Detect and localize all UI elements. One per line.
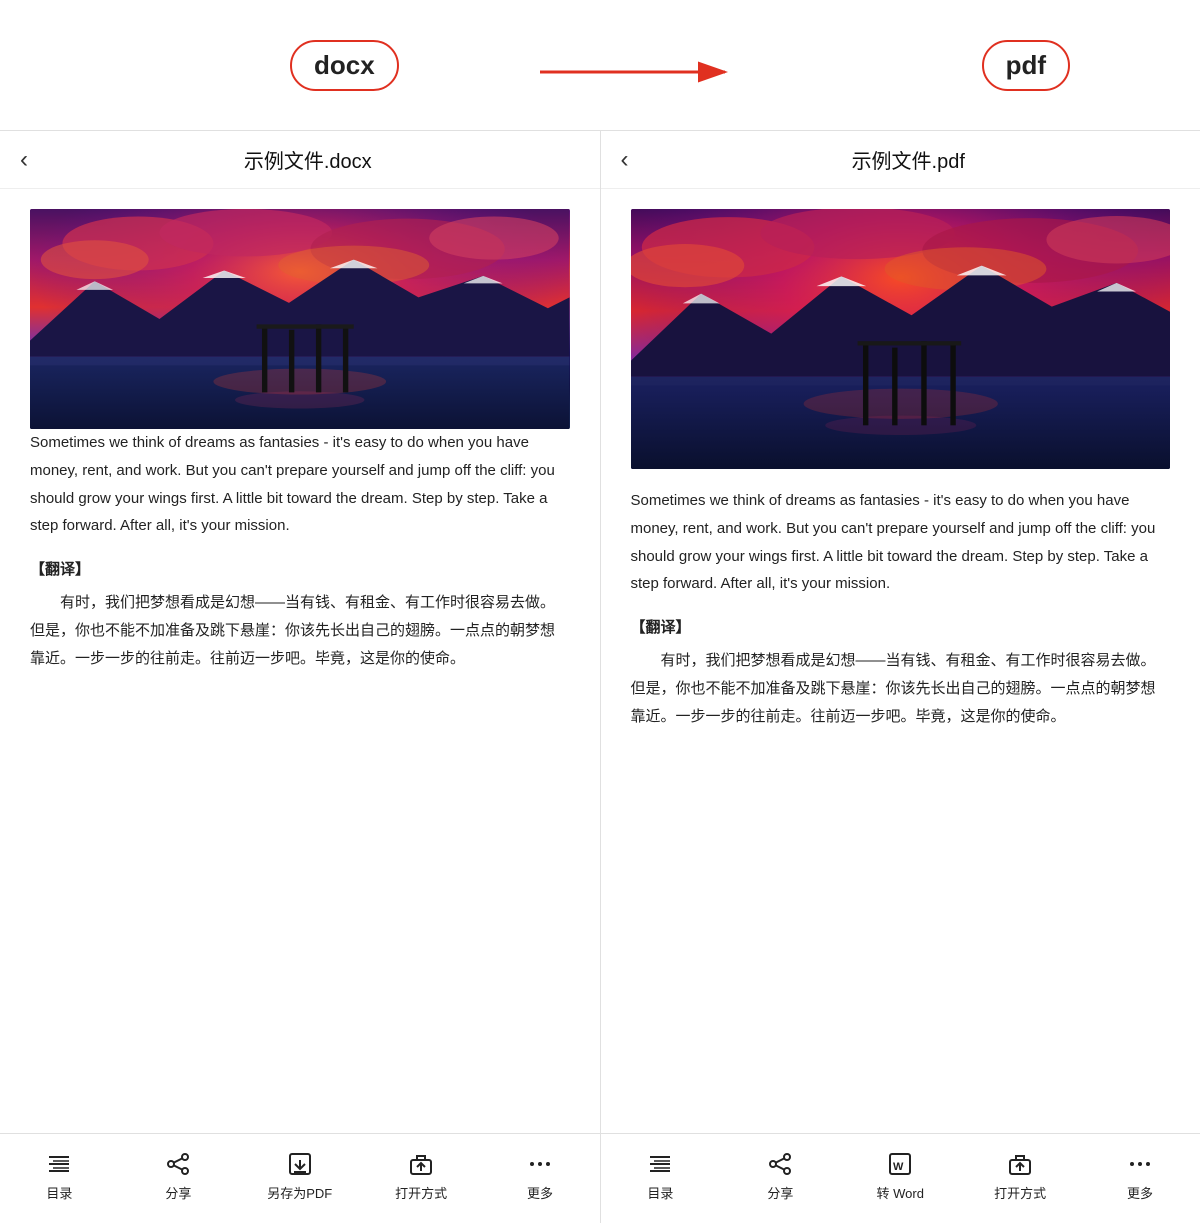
left-share-label: 分享: [165, 1183, 191, 1202]
docx-bubble: docx: [290, 40, 399, 91]
left-translation: 有时，我们把梦想看成是幻想——当有钱、有租金、有工作时很容易去做。但是，你也不能…: [30, 589, 570, 672]
left-more-label: 更多: [527, 1183, 553, 1202]
share-icon: [164, 1150, 192, 1178]
right-toolbar-to-word[interactable]: W 转 Word: [870, 1150, 930, 1202]
left-toolbar: 目录 分享 另存为PDF: [0, 1133, 600, 1223]
annotation-area: docx pdf: [0, 0, 1200, 130]
right-to-word-label: 转 Word: [877, 1183, 924, 1202]
left-body-text: Sometimes we think of dreams as fantasie…: [30, 429, 570, 540]
right-toolbar-more[interactable]: 更多: [1110, 1150, 1170, 1202]
left-open-with-label: 打开方式: [395, 1183, 447, 1202]
right-toolbar: 目录 分享 W 转 Word: [601, 1133, 1200, 1223]
left-catalog-label: 目录: [46, 1183, 72, 1202]
left-more-icon: [526, 1150, 554, 1178]
right-panel: ‹ 示例文件.pdf: [601, 131, 1200, 1223]
left-panel-header: ‹ 示例文件.docx: [0, 131, 600, 189]
left-toolbar-catalog[interactable]: 目录: [29, 1150, 89, 1202]
right-list-icon: [646, 1150, 674, 1178]
right-open-with-label: 打开方式: [994, 1183, 1046, 1202]
right-body-text: Sometimes we think of dreams as fantasie…: [631, 487, 1171, 598]
right-panel-title: 示例文件.pdf: [637, 145, 1181, 174]
left-toolbar-open-with[interactable]: 打开方式: [391, 1150, 451, 1202]
left-toolbar-save-pdf[interactable]: 另存为PDF: [267, 1150, 332, 1202]
open-with-icon: [407, 1150, 435, 1178]
right-share-label: 分享: [767, 1183, 793, 1202]
left-save-pdf-label: 另存为PDF: [267, 1183, 332, 1202]
left-panel: ‹ 示例文件.docx: [0, 131, 601, 1223]
left-toolbar-share[interactable]: 分享: [148, 1150, 208, 1202]
pdf-bubble: pdf: [982, 40, 1070, 91]
left-panel-content: Sometimes we think of dreams as fantasie…: [0, 189, 600, 1133]
right-section-label: 【翻译】: [631, 616, 1171, 637]
left-panel-title: 示例文件.docx: [36, 145, 580, 174]
left-toolbar-more[interactable]: 更多: [510, 1150, 570, 1202]
panels-container: ‹ 示例文件.docx: [0, 130, 1200, 1223]
right-translation: 有时，我们把梦想看成是幻想——当有钱、有租金、有工作时很容易去做。但是，你也不能…: [631, 647, 1171, 730]
left-back-button[interactable]: ‹: [20, 146, 28, 174]
right-photo: [631, 209, 1171, 469]
word-icon: W: [886, 1150, 914, 1178]
list-icon: [45, 1150, 73, 1178]
left-photo: [30, 209, 570, 429]
docx-label: docx: [290, 40, 399, 91]
right-panel-content: Sometimes we think of dreams as fantasie…: [601, 189, 1200, 1133]
conversion-arrow: [540, 52, 740, 97]
right-panel-header: ‹ 示例文件.pdf: [601, 131, 1200, 189]
right-catalog-label: 目录: [647, 1183, 673, 1202]
right-open-with-icon: [1006, 1150, 1034, 1178]
right-more-icon: [1126, 1150, 1154, 1178]
right-toolbar-open-with[interactable]: 打开方式: [990, 1150, 1050, 1202]
left-section-label: 【翻译】: [30, 558, 570, 579]
right-more-label: 更多: [1127, 1183, 1153, 1202]
save-pdf-icon: [286, 1150, 314, 1178]
right-toolbar-share[interactable]: 分享: [750, 1150, 810, 1202]
right-toolbar-catalog[interactable]: 目录: [630, 1150, 690, 1202]
pdf-label: pdf: [982, 40, 1070, 91]
svg-text:W: W: [893, 1161, 904, 1173]
right-share-icon: [766, 1150, 794, 1178]
right-back-button[interactable]: ‹: [621, 146, 629, 174]
